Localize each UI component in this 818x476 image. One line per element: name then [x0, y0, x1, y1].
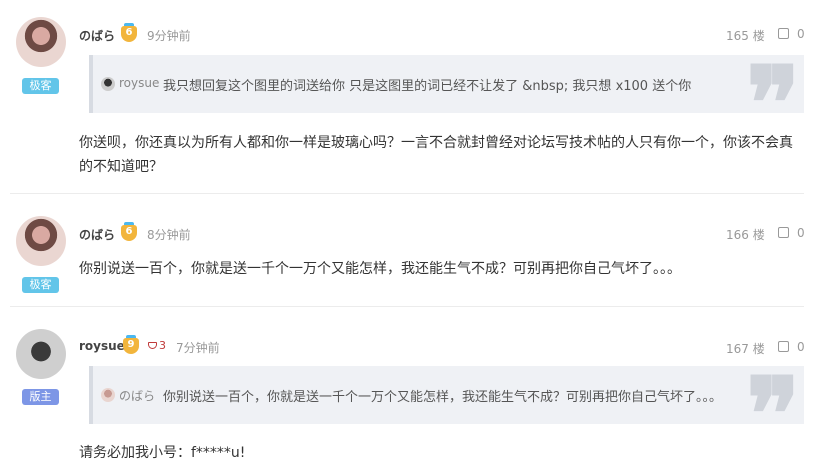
quote-text: 我只想回复这个图里的词送给你 只是这图里的词已经不让发了 &nbsp; 我只想 …	[163, 79, 692, 94]
floor-number: 166 楼	[726, 228, 765, 242]
role-badge: 版主	[22, 389, 59, 405]
role-badge: 极客	[22, 277, 59, 293]
post-time: 9分钟前	[147, 29, 191, 43]
quote-username[interactable]: roysue	[119, 76, 159, 90]
level-number: 6	[125, 226, 133, 237]
divider	[10, 193, 804, 194]
like-count: 0	[797, 340, 805, 354]
post-time: 7分钟前	[176, 341, 220, 355]
post-content: 请务必加我小号：f*****u!	[79, 445, 246, 461]
thumbs-up-icon	[778, 341, 789, 352]
avatar[interactable]	[16, 329, 66, 379]
quote-username[interactable]: のばら	[119, 387, 155, 404]
like-button[interactable]: 0	[778, 340, 805, 354]
thumbs-up-icon	[778, 227, 789, 238]
level-badge-icon: 6	[121, 23, 137, 42]
like-count: 0	[797, 27, 805, 41]
divider	[10, 306, 804, 307]
username[interactable]: roysue	[79, 339, 125, 353]
username[interactable]: のばら	[79, 27, 115, 44]
post-time: 8分钟前	[147, 228, 191, 242]
level-number: 9	[127, 339, 135, 350]
quote-block: roysue 我只想回复这个图里的词送给你 只是这图里的词已经不让发了 &nbs…	[89, 53, 804, 153]
quote-avatar	[101, 77, 115, 91]
avatar[interactable]	[16, 17, 66, 67]
level-badge-icon: 9	[123, 335, 139, 354]
floor-number: 165 楼	[726, 29, 765, 43]
avatar[interactable]	[16, 216, 66, 266]
like-button[interactable]: 0	[778, 226, 805, 240]
gem-count: 3	[159, 339, 166, 352]
gem-icon: 3	[148, 339, 166, 352]
quote-avatar	[101, 388, 115, 402]
quote-text: 你别说送一百个，你就是送一千个一万个又能怎样，我还能生气不成？可别再把你自己气坏…	[163, 390, 723, 405]
username[interactable]: のばら	[79, 226, 115, 243]
like-button[interactable]: 0	[778, 27, 805, 41]
post-content: 你别说送一百个，你就是送一千个一万个又能怎样，我还能生气不成？可别再把你自己气坏…	[79, 261, 681, 277]
level-number: 6	[125, 27, 133, 38]
quote-block: のばら 你别说送一百个，你就是送一千个一万个又能怎样，我还能生气不成？可别再把你…	[89, 364, 804, 464]
level-badge-icon: 6	[121, 222, 137, 241]
thumbs-up-icon	[778, 28, 789, 39]
post-content: 你送呗，你还真以为所有人都和你一样是玻璃心吗？一言不合就封曾经对论坛写技术帖的人…	[79, 135, 793, 175]
role-badge: 极客	[22, 78, 59, 94]
like-count: 0	[797, 226, 805, 240]
